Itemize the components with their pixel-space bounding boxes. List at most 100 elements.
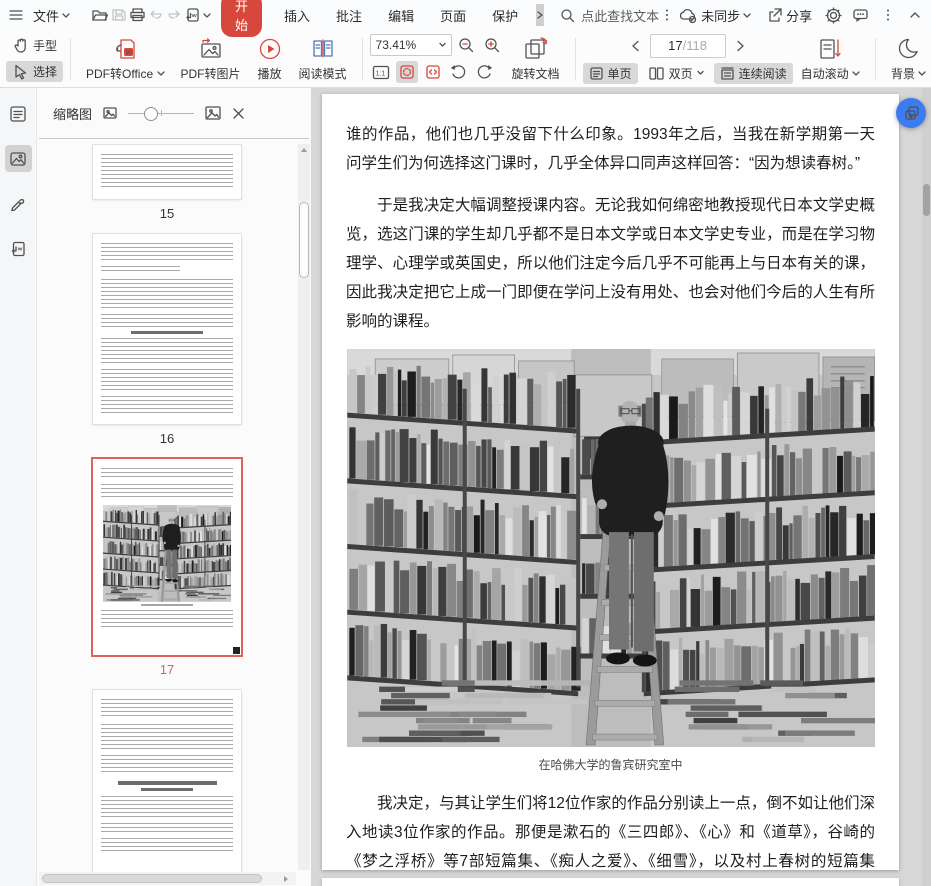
- print-button[interactable]: [129, 3, 146, 27]
- select-tool-button[interactable]: 选择: [6, 61, 64, 82]
- paragraph: 于是我决定大幅调整授课内容。无论我如何绵密地教授现代日本文学史概览，选这门课的学…: [346, 197, 875, 330]
- menubar-right-group: 未同步 分享: [671, 3, 927, 27]
- open-folder-button[interactable]: [91, 3, 109, 27]
- double-page-button[interactable]: 双页: [642, 63, 710, 84]
- gear-icon: [825, 6, 842, 24]
- thumbnail-page-15[interactable]: [93, 145, 241, 199]
- document-viewer[interactable]: 谁的作品，他们也几乎没留下什么印象。1993年之后，当我在新学期第一天问学生们为…: [312, 88, 931, 886]
- thumbnail-page-16[interactable]: [93, 234, 241, 424]
- chevron-down-icon: [438, 42, 446, 47]
- settings-button[interactable]: [821, 3, 846, 27]
- svg-text:1:1: 1:1: [375, 70, 385, 77]
- thumbnail-size-slider[interactable]: [128, 106, 195, 121]
- zoom-in-button[interactable]: [482, 34, 504, 56]
- rotate-right-button[interactable]: [474, 61, 496, 83]
- panel-title: 缩略图: [53, 106, 93, 122]
- thumbnail-list[interactable]: 15 16 17: [37, 139, 311, 886]
- play-button[interactable]: 播放: [249, 35, 291, 83]
- hand-tool-button[interactable]: 手型: [6, 35, 63, 56]
- actual-size-button[interactable]: 1:1: [370, 61, 392, 83]
- viewer-scrollbar[interactable]: [922, 88, 931, 886]
- viewer-scroll-thumb[interactable]: [923, 184, 930, 216]
- collapse-ribbon-icon[interactable]: [902, 3, 927, 27]
- share-button[interactable]: 分享: [760, 4, 819, 27]
- redo-button[interactable]: [166, 3, 182, 27]
- single-page-button[interactable]: 单页: [582, 62, 638, 84]
- paragraph: 我决定，与其让学生们将12位作家的作品分别读上一点，倒不如让他们深入地读3位作家…: [346, 795, 875, 886]
- panel-scroll-thumb[interactable]: [299, 202, 309, 278]
- thumbnail-panel: 缩略图 15 16 17: [37, 88, 312, 886]
- pdf-to-image-icon: [200, 37, 221, 58]
- thumbnail-icon: [10, 151, 26, 166]
- tab-insert[interactable]: 插入: [272, 4, 322, 27]
- file-menu[interactable]: 文件: [26, 4, 77, 27]
- share-icon: [769, 8, 782, 22]
- quickbar-dropdown-icon[interactable]: [203, 3, 211, 27]
- more-options-icon[interactable]: [875, 3, 900, 27]
- outline-panel-button[interactable]: [5, 100, 32, 127]
- small-thumbnails-icon[interactable]: [102, 106, 118, 120]
- paragraph: 谁的作品，他们也几乎没留下什么印象。1993年之后，当我在新学期第一天问学生们为…: [346, 126, 875, 172]
- hamburger-menu-icon[interactable]: [8, 3, 24, 27]
- photo-caption: 在哈佛大学的鲁宾研究室中: [538, 758, 683, 772]
- ribbon-expand-button[interactable]: [536, 4, 545, 26]
- app-window: { "menubar": { "file_label": "文件", "star…: [0, 0, 931, 886]
- pdf-to-image-button[interactable]: PDF转图片: [173, 35, 249, 83]
- export-word-button[interactable]: [184, 3, 201, 27]
- fit-page-button[interactable]: [395, 61, 418, 83]
- menu-bar: 文件 开始 插入 批注 编辑 页面 保护 点此查找文本 未同步 分享: [0, 0, 931, 37]
- fit-width-button[interactable]: [422, 61, 444, 83]
- auto-scroll-button[interactable]: 自动滚动: [793, 35, 868, 83]
- thumbnail-label-selected: 17: [159, 662, 175, 677]
- pdf-to-word-float-button[interactable]: [896, 98, 926, 128]
- search-more-icon[interactable]: [665, 8, 669, 22]
- auto-scroll-icon: [820, 38, 841, 59]
- play-icon: [259, 38, 280, 59]
- background-button[interactable]: 背景: [883, 35, 931, 83]
- thumbnail-photo: [103, 505, 231, 602]
- tab-annotate[interactable]: 批注: [324, 4, 374, 27]
- panel-hscroll-thumb[interactable]: [42, 874, 262, 883]
- save-button[interactable]: [111, 3, 127, 27]
- continuous-read-icon: [720, 66, 734, 80]
- sign-panel-button[interactable]: [5, 190, 32, 217]
- large-thumbnails-icon[interactable]: [204, 105, 222, 121]
- previous-page-button[interactable]: [631, 40, 640, 52]
- tab-start[interactable]: 开始: [221, 0, 263, 37]
- single-page-icon: [589, 66, 603, 80]
- chevron-down-icon: [696, 70, 704, 75]
- tab-edit[interactable]: 编辑: [376, 4, 426, 27]
- double-page-icon: [648, 66, 664, 80]
- thumbnail-label: 16: [159, 431, 175, 446]
- thumbnail-panel-button[interactable]: [4, 145, 32, 172]
- undo-button[interactable]: [148, 3, 164, 27]
- close-panel-icon[interactable]: [232, 107, 245, 120]
- scroll-right-arrow[interactable]: [284, 876, 288, 882]
- pdf-to-office-button[interactable]: W PDF转Office: [78, 35, 172, 83]
- thumbnail-page-17[interactable]: [91, 457, 243, 657]
- sync-status[interactable]: 未同步: [671, 4, 758, 27]
- thumbnail-page-18[interactable]: [93, 690, 241, 872]
- export-panel-button[interactable]: [5, 235, 32, 262]
- cursor-icon: [15, 64, 27, 80]
- comment-button[interactable]: [848, 3, 873, 27]
- rotate-document-button[interactable]: 旋转文档: [504, 35, 568, 83]
- tab-protect[interactable]: 保护: [480, 4, 530, 27]
- selection-corner-handle: [233, 647, 240, 654]
- search-box[interactable]: 点此查找文本: [560, 6, 669, 25]
- library-photo: [346, 349, 875, 747]
- slider-knob[interactable]: [144, 107, 159, 121]
- outline-icon: [10, 105, 26, 122]
- tab-page[interactable]: 页面: [428, 4, 478, 27]
- rotate-left-button[interactable]: [448, 61, 470, 83]
- read-mode-button[interactable]: 阅读模式: [291, 35, 355, 83]
- next-page-button[interactable]: [736, 40, 745, 52]
- zoom-out-button[interactable]: [456, 34, 478, 56]
- panel-vertical-scrollbar[interactable]: [298, 144, 310, 870]
- continuous-read-button[interactable]: 连续阅读: [713, 62, 793, 84]
- zoom-level-input[interactable]: 73.41%: [369, 34, 452, 56]
- pdf-page-17[interactable]: 谁的作品，他们也几乎没留下什么印象。1993年之后，当我在新学期第一天问学生们为…: [322, 94, 899, 886]
- scroll-up-arrow[interactable]: [301, 148, 307, 152]
- panel-horizontal-scrollbar[interactable]: [39, 872, 296, 885]
- page-number-input[interactable]: 17/118: [649, 33, 726, 58]
